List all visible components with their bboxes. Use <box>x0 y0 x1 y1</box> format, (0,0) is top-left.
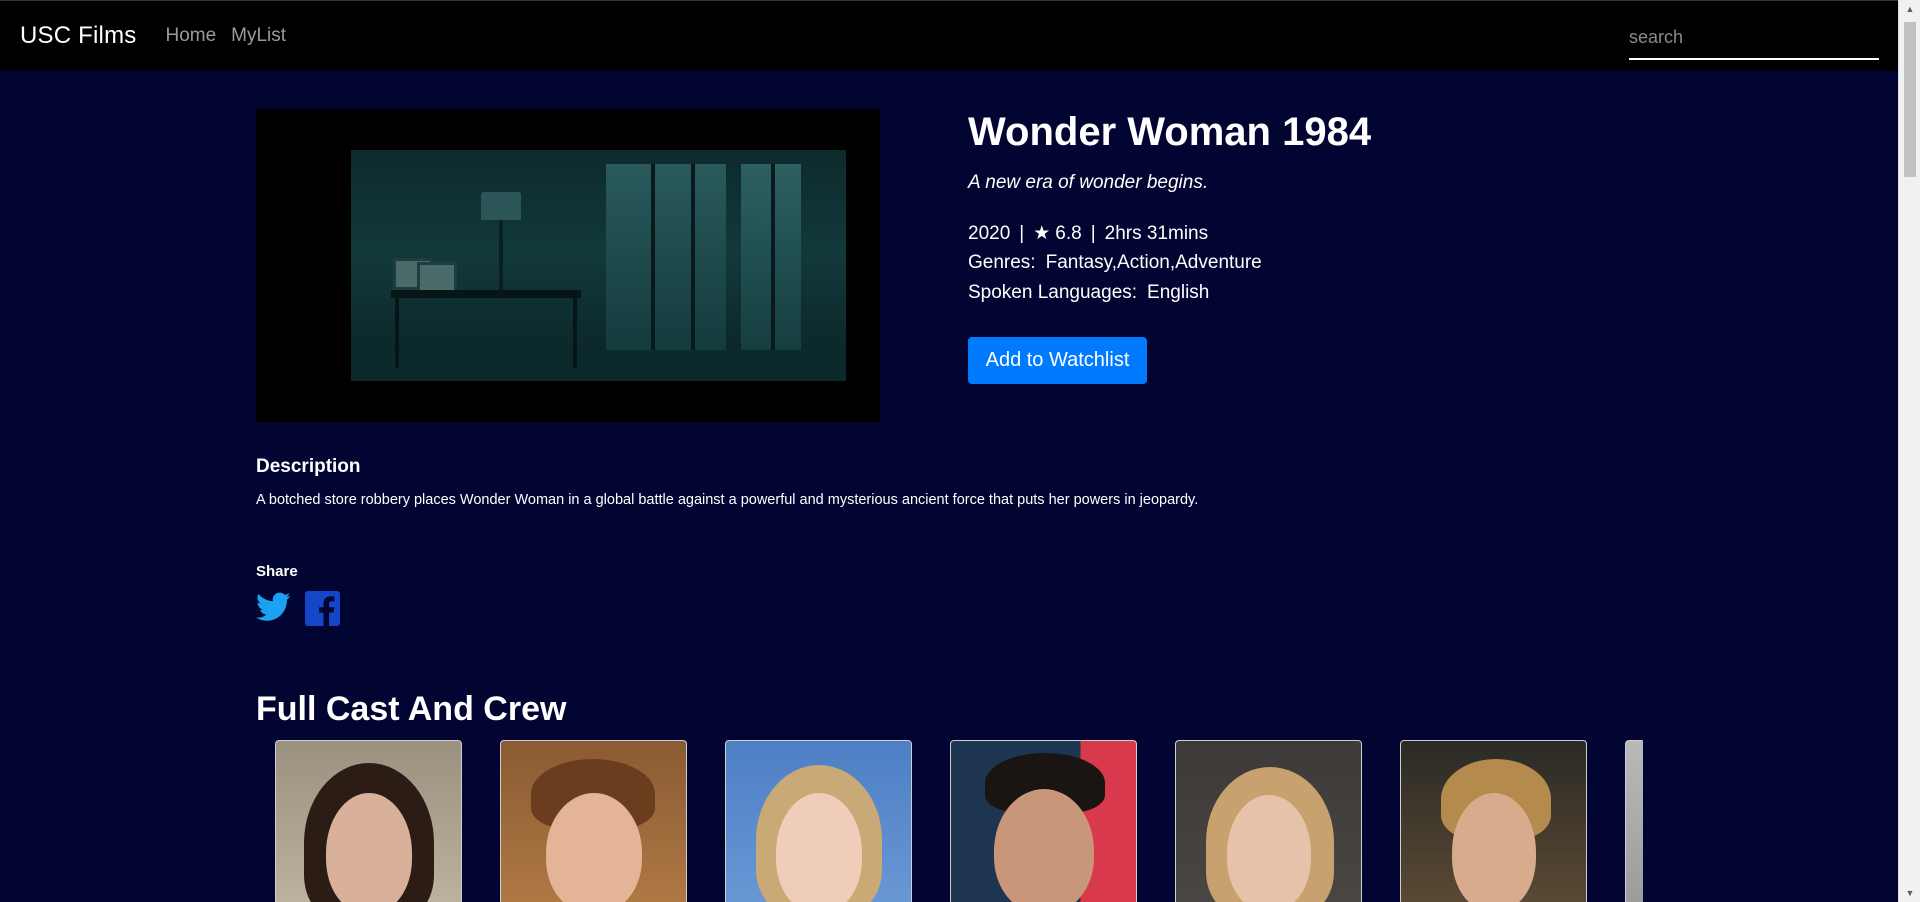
nav-mylist-link[interactable]: MyList <box>231 25 286 47</box>
vertical-scrollbar[interactable]: ▲ ▼ <box>1898 0 1920 902</box>
scroll-up-arrow-icon[interactable]: ▲ <box>1899 0 1920 18</box>
cast-card[interactable] <box>1625 740 1643 902</box>
add-to-watchlist-button[interactable]: Add to Watchlist <box>968 337 1147 384</box>
languages-label: Spoken Languages: <box>968 282 1138 303</box>
runtime: 2hrs 31mins <box>1104 223 1209 244</box>
rating-value: 6.8 <box>1055 223 1082 244</box>
search-box <box>1629 23 1879 60</box>
trailer-video-frame <box>351 150 846 381</box>
genres-line: Genres: Fantasy,Action,Adventure <box>968 252 1262 274</box>
languages-line: Spoken Languages: English <box>968 282 1209 304</box>
share-heading: Share <box>256 563 298 580</box>
movie-title: Wonder Woman 1984 <box>968 110 1372 154</box>
cast-card[interactable] <box>1175 740 1362 902</box>
cast-carousel[interactable] <box>275 740 1643 902</box>
facebook-icon[interactable] <box>305 591 340 626</box>
cast-card[interactable] <box>725 740 912 902</box>
cast-card[interactable] <box>950 740 1137 902</box>
languages-value: English <box>1147 282 1210 303</box>
cast-card[interactable] <box>500 740 687 902</box>
scroll-down-arrow-icon[interactable]: ▼ <box>1899 884 1920 902</box>
trailer-video-player[interactable] <box>256 109 880 422</box>
scrollbar-thumb[interactable] <box>1904 22 1916 177</box>
brand-logo[interactable]: USC Films <box>20 22 136 50</box>
navbar: USC Films Home MyList <box>0 0 1898 71</box>
star-icon: ★ <box>1033 223 1051 244</box>
separator: | <box>1090 223 1096 244</box>
description-heading: Description <box>256 456 361 477</box>
separator: | <box>1019 223 1025 244</box>
cast-card[interactable] <box>275 740 462 902</box>
release-year: 2020 <box>968 223 1011 244</box>
cast-heading: Full Cast And Crew <box>256 690 567 728</box>
genres-value: Fantasy,Action,Adventure <box>1045 252 1262 273</box>
movie-meta-line: 2020 | ★ 6.8 | 2hrs 31mins <box>968 222 1208 245</box>
nav-home-link[interactable]: Home <box>165 25 216 47</box>
description-text: A botched store robbery places Wonder Wo… <box>256 492 1199 508</box>
share-icons <box>256 591 340 626</box>
twitter-icon[interactable] <box>256 591 291 626</box>
genres-label: Genres: <box>968 252 1036 273</box>
movie-tagline: A new era of wonder begins. <box>968 172 1209 193</box>
search-input[interactable] <box>1629 23 1879 58</box>
cast-card[interactable] <box>1400 740 1587 902</box>
